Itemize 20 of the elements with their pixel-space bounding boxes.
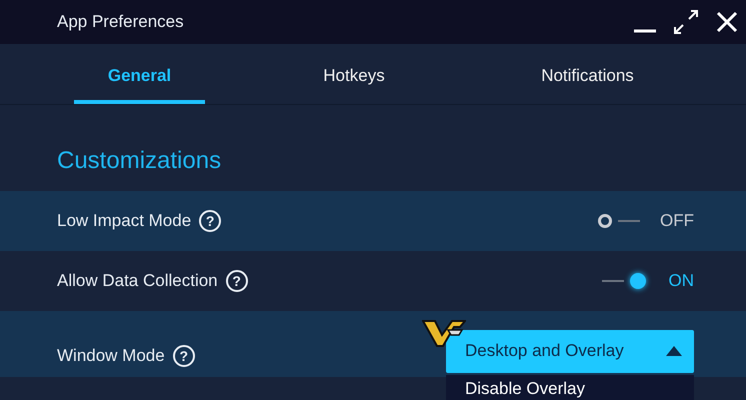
setting-label: Low Impact Mode bbox=[57, 210, 192, 232]
window-title: App Preferences bbox=[57, 11, 184, 34]
setting-label: Window Mode bbox=[57, 345, 165, 368]
minimize-icon bbox=[634, 29, 656, 33]
dropdown-option[interactable]: Disable Overlay bbox=[446, 374, 694, 400]
toggle-state: ON bbox=[668, 270, 694, 292]
tab[interactable]: Notifications bbox=[541, 62, 634, 104]
help-icon[interactable]: ? bbox=[172, 345, 195, 367]
tab[interactable]: General bbox=[74, 62, 206, 104]
section-heading: Customizations bbox=[57, 146, 222, 176]
close-button[interactable] bbox=[716, 11, 738, 33]
tab[interactable]: Hotkeys bbox=[323, 62, 385, 104]
help-icon[interactable]: ? bbox=[199, 210, 222, 232]
help-icon[interactable]: ? bbox=[226, 270, 248, 292]
resize-button[interactable] bbox=[672, 8, 700, 36]
caret-icon bbox=[666, 346, 682, 356]
toggle-state: OFF bbox=[659, 210, 694, 232]
setting-label: Allow Data Collection bbox=[57, 270, 218, 292]
logo-icon bbox=[422, 318, 466, 348]
dropdown[interactable]: Desktop and Overlay bbox=[446, 330, 694, 372]
